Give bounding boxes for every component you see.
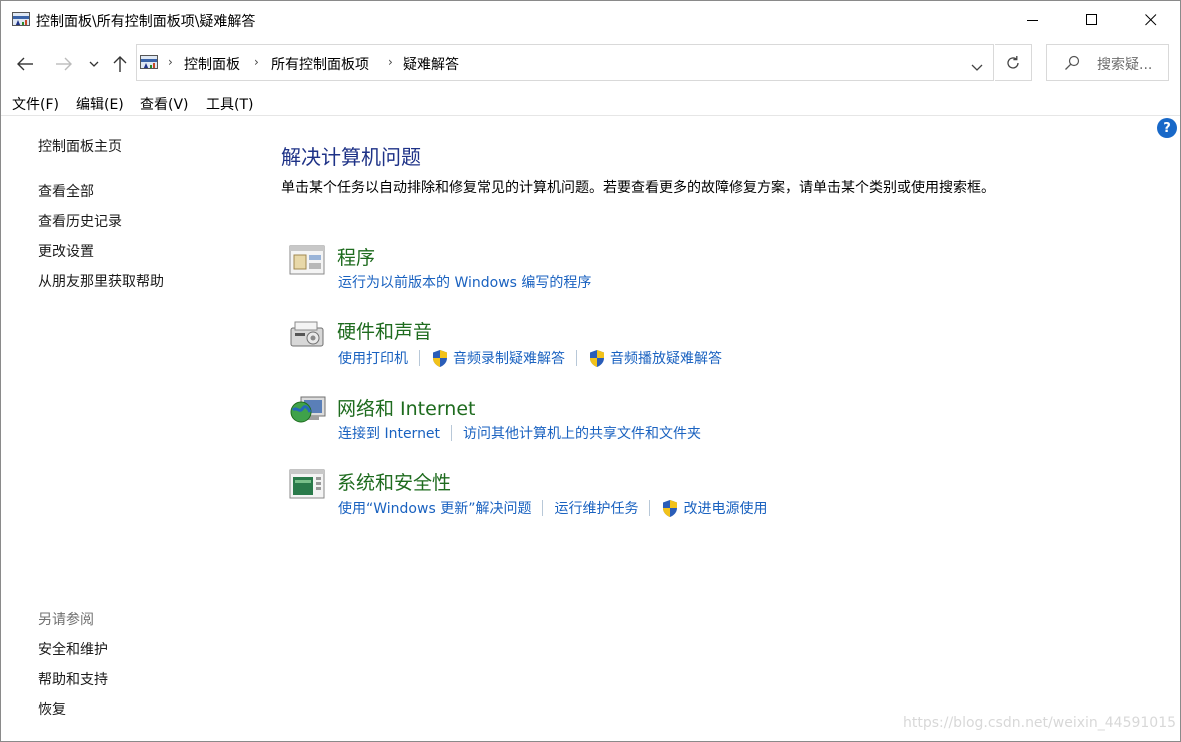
window: 控制面板\所有控制面板项\疑难解答 › 控制面板 › 所有控制面板项 › 疑难解…: [0, 0, 1181, 742]
chevron-right-icon[interactable]: ›: [168, 55, 173, 69]
network-links: 连接到 Internet 访问其他计算机上的共享文件和文件夹: [338, 423, 701, 443]
maximize-button[interactable]: [1069, 1, 1115, 39]
link-run-maintenance[interactable]: 运行维护任务: [554, 498, 638, 518]
back-button[interactable]: [13, 52, 37, 76]
see-also-security-maintenance[interactable]: 安全和维护: [38, 639, 108, 659]
navigation-bar: › 控制面板 › 所有控制面板项 › 疑难解答 搜索疑...: [1, 44, 1180, 84]
close-icon: [1145, 14, 1157, 26]
link-divider: [649, 500, 651, 516]
up-button[interactable]: [108, 52, 132, 76]
link-divider: [419, 350, 420, 366]
category-hardware-sound[interactable]: 硬件和声音: [337, 317, 432, 344]
menu-edit[interactable]: 编辑(E): [76, 94, 124, 114]
sidebar-home-link[interactable]: 控制面板主页: [38, 136, 122, 156]
link-divider: [542, 500, 544, 516]
see-also-recovery[interactable]: 恢复: [38, 699, 66, 719]
link-divider: [451, 425, 453, 441]
forward-button[interactable]: [52, 52, 76, 76]
arrow-up-icon: [113, 56, 127, 72]
link-run-legacy-programs[interactable]: 运行为以前版本的 Windows 编写的程序: [338, 272, 591, 292]
help-icon: ?: [1163, 120, 1171, 136]
watermark-text: https://blog.csdn.net/weixin_44591015: [903, 715, 1177, 731]
breadcrumb-control-panel[interactable]: 控制面板: [184, 54, 240, 74]
minimize-button[interactable]: [1010, 1, 1056, 39]
address-dropdown-button[interactable]: [971, 57, 983, 76]
refresh-icon: [1007, 55, 1019, 69]
link-divider: [576, 350, 577, 366]
address-bar[interactable]: › 控制面板 › 所有控制面板项 › 疑难解答: [136, 44, 994, 81]
category-network-internet[interactable]: 网络和 Internet: [337, 394, 475, 421]
chevron-right-icon[interactable]: ›: [388, 55, 393, 69]
link-connect-internet[interactable]: 连接到 Internet: [338, 423, 440, 443]
system-security-icon[interactable]: [289, 468, 327, 502]
uac-shield-icon: [663, 499, 678, 517]
hardware-sound-icon[interactable]: [289, 318, 327, 352]
search-box[interactable]: 搜索疑...: [1046, 44, 1169, 81]
category-system-security[interactable]: 系统和安全性: [337, 468, 451, 495]
sidebar-view-history[interactable]: 查看历史记录: [38, 211, 122, 231]
close-button[interactable]: [1128, 1, 1174, 39]
sidebar-get-help-from-friend[interactable]: 从朋友那里获取帮助: [38, 271, 164, 291]
search-placeholder: 搜索疑...: [1097, 57, 1153, 73]
see-also-help-support[interactable]: 帮助和支持: [38, 669, 108, 689]
sidebar-view-all[interactable]: 查看全部: [38, 181, 94, 201]
see-also-heading: 另请参阅: [38, 612, 94, 628]
menu-view[interactable]: 查看(V): [140, 94, 189, 114]
sidebar-change-settings[interactable]: 更改设置: [38, 241, 94, 261]
category-programs[interactable]: 程序: [337, 243, 375, 270]
arrow-left-icon: [17, 57, 33, 71]
refresh-button[interactable]: [995, 44, 1032, 81]
control-panel-icon: [12, 12, 30, 26]
system-security-links: 使用“Windows 更新”解决问题 运行维护任务 改进电源使用: [338, 498, 767, 518]
chevron-down-icon: [89, 61, 99, 67]
chevron-down-icon: [971, 64, 983, 71]
page-title: 解决计算机问题: [281, 145, 421, 169]
recent-locations-button[interactable]: [83, 52, 105, 76]
link-audio-playback-troubleshoot[interactable]: 音频播放疑难解答: [610, 348, 722, 368]
page-description: 单击某个任务以自动排除和修复常见的计算机问题。若要查看更多的故障修复方案，请单击…: [281, 180, 995, 196]
programs-icon[interactable]: [289, 243, 327, 277]
network-icon[interactable]: [289, 394, 327, 428]
window-title: 控制面板\所有控制面板项\疑难解答: [36, 14, 256, 30]
menu-file[interactable]: 文件(F): [12, 94, 59, 114]
control-panel-icon: [140, 55, 158, 69]
arrow-right-icon: [56, 57, 72, 71]
uac-shield-icon: [433, 349, 447, 367]
uac-shield-icon: [590, 349, 604, 367]
menu-bar: 文件(F) 编辑(E) 查看(V) 工具(T): [1, 92, 1180, 116]
hardware-sound-links: 使用打印机 音频录制疑难解答 音频播放疑难解答: [338, 348, 722, 368]
minimize-icon: [1027, 20, 1038, 21]
link-use-printer[interactable]: 使用打印机: [338, 348, 408, 368]
search-icon: [1065, 55, 1080, 70]
title-bar[interactable]: 控制面板\所有控制面板项\疑难解答: [1, 1, 1180, 39]
link-improve-power[interactable]: 改进电源使用: [683, 498, 767, 518]
link-audio-recording-troubleshoot[interactable]: 音频录制疑难解答: [453, 348, 565, 368]
link-windows-update-troubleshoot[interactable]: 使用“Windows 更新”解决问题: [338, 498, 531, 518]
programs-links: 运行为以前版本的 Windows 编写的程序: [338, 272, 591, 292]
menu-tools[interactable]: 工具(T): [206, 94, 253, 114]
maximize-icon: [1086, 14, 1097, 25]
breadcrumb-all-items[interactable]: 所有控制面板项: [271, 54, 369, 74]
chevron-right-icon[interactable]: ›: [254, 55, 259, 69]
breadcrumb-troubleshooting[interactable]: 疑难解答: [403, 54, 459, 74]
help-button[interactable]: ?: [1157, 118, 1177, 138]
link-shared-files[interactable]: 访问其他计算机上的共享文件和文件夹: [463, 423, 701, 443]
menu-divider: [1, 115, 1180, 116]
